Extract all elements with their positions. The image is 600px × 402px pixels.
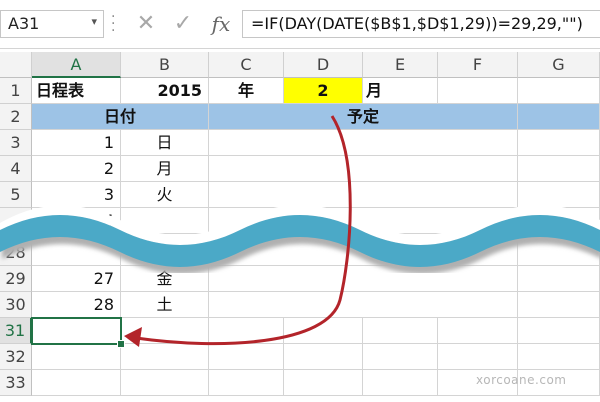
- watermark-text: xorcoane.com: [476, 373, 567, 387]
- red-arrow-annotation: [124, 115, 352, 347]
